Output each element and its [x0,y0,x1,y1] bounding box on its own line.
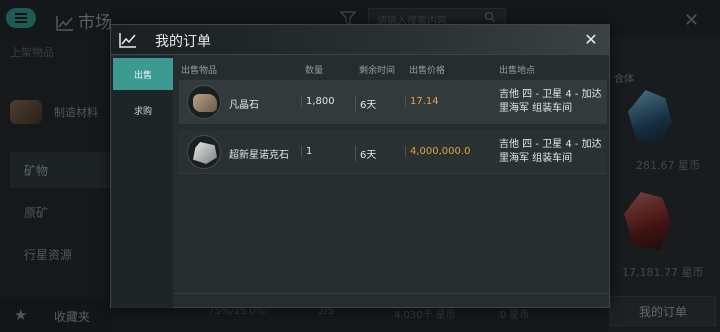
order-time-left: 6天 [355,96,376,111]
dialog-header: 我的订单 ✕ [111,25,609,55]
order-quantity: 1 [301,146,312,157]
chart-icon [119,33,136,48]
order-time-left: 6天 [355,146,376,161]
column-header-time-left: 剩余时间 [359,66,396,76]
order-price: 17.14 [405,96,439,107]
order-row[interactable]: 超新星诺克石 1 6天 4,000,000.0 吉他 四 - 卫星 4 - 加达… [179,130,607,174]
close-icon[interactable]: ✕ [581,30,601,50]
veldspar-ore-icon [187,85,221,119]
order-type-tabs: 出售 求购 [111,56,173,308]
order-item-name: 超新星诺克石 [229,150,289,161]
order-price: 4,000,000.0 [405,146,470,157]
order-location: 吉他 四 - 卫星 4 - 加达里海军 组装车间 [499,139,602,164]
order-quantity: 1,800 [301,96,335,107]
column-header-item: 出售物品 [181,66,218,76]
order-location: 吉他 四 - 卫星 4 - 加达里海军 组装车间 [499,89,602,114]
order-item-name: 凡晶石 [229,100,259,111]
my-orders-dialog: 我的订单 ✕ 出售 求购 出售物品 数量 剩余时间 出售价格 出售地点 凡晶石 … [110,24,610,308]
nocxite-ore-icon [187,135,221,169]
tab-buy[interactable]: 求购 [113,94,173,126]
column-header-location: 出售地点 [499,66,536,76]
divider [173,293,609,294]
column-header-quantity: 数量 [305,66,324,76]
dialog-title: 我的订单 [155,34,211,50]
tab-sell[interactable]: 出售 [113,58,173,90]
column-header-price: 出售价格 [409,66,446,76]
order-row[interactable]: 凡晶石 1,800 6天 17.14 吉他 四 - 卫星 4 - 加达里海军 组… [179,80,607,124]
